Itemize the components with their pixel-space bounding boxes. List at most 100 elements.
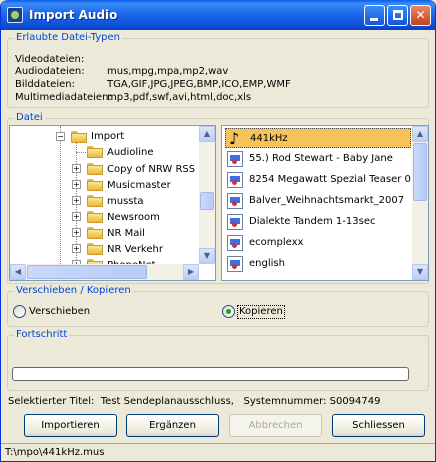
filetype-label: Videodateien: bbox=[15, 54, 85, 65]
status-bar: T:\mpo\441kHz.mus bbox=[1, 443, 435, 461]
tree-guide-line bbox=[60, 126, 61, 264]
tree-expand-icon[interactable]: + bbox=[72, 228, 81, 237]
folder-icon bbox=[87, 179, 103, 191]
add-button[interactable]: Ergänzen bbox=[126, 414, 219, 437]
tree-horizontal-scrollbar[interactable]: ◀ ▶ bbox=[10, 264, 199, 280]
scroll-thumb[interactable] bbox=[413, 143, 427, 201]
media-file-icon bbox=[227, 256, 243, 272]
folder-icon bbox=[87, 211, 103, 223]
folder-icon bbox=[87, 243, 103, 255]
scroll-thumb[interactable] bbox=[200, 192, 214, 210]
scroll-thumb[interactable] bbox=[27, 265, 147, 279]
filetype-row-audio: Audiodateien: mus,mpg,mpa,mp2,wav bbox=[15, 66, 228, 78]
tree-item-mussta[interactable]: mussta bbox=[107, 196, 144, 208]
file-item[interactable]: Balver_Weihnachtsmarkt_2007 bbox=[225, 191, 411, 211]
move-radio-label[interactable]: Verschieben bbox=[29, 306, 90, 318]
file-item[interactable]: Dialekte Tandem 1-13sec bbox=[225, 212, 411, 232]
cancel-button[interactable]: Abbrechen bbox=[229, 414, 322, 437]
tree-item-musicmaster[interactable]: Musicmaster bbox=[107, 180, 171, 192]
filetype-value: mp3,pdf,swf,avi,html,doc,xls bbox=[107, 92, 252, 103]
media-file-icon bbox=[227, 193, 243, 209]
copy-radio-label[interactable]: Kopieren bbox=[237, 305, 285, 319]
filetype-label: Audiodateien: bbox=[15, 66, 85, 77]
app-icon bbox=[7, 7, 23, 23]
import-audio-window: Import Audio ✕ Erlaubte Datei-Typen Vide… bbox=[0, 0, 436, 462]
file-item-label: Balver_Weihnachtsmarkt_2007 bbox=[249, 195, 405, 206]
folder-icon bbox=[87, 195, 103, 207]
file-item-label: 55.) Rod Stewart - Baby Jane bbox=[249, 153, 393, 164]
maximize-button[interactable] bbox=[387, 5, 408, 26]
folder-icon bbox=[87, 163, 103, 175]
scroll-left-icon[interactable]: ◀ bbox=[10, 264, 26, 280]
tree-item-nr-mail[interactable]: NR Mail bbox=[107, 228, 145, 240]
file-item-label: english bbox=[249, 258, 285, 269]
tree-item-newsroom[interactable]: Newsroom bbox=[107, 212, 160, 224]
tree-item-audioline[interactable]: Audioline bbox=[107, 147, 153, 159]
media-file-icon bbox=[227, 172, 243, 188]
filetype-row-video: Videodateien: bbox=[15, 54, 107, 66]
close-icon: ✕ bbox=[415, 8, 426, 22]
selected-title-info: Selektierter Titel: Test Sendeplanaussch… bbox=[8, 396, 381, 408]
system-number-value: S0094749 bbox=[329, 396, 381, 407]
progress-group: Fortschritt bbox=[7, 329, 429, 391]
close-button[interactable]: Schliessen bbox=[332, 414, 425, 437]
selected-title-label: Selektierter Titel: bbox=[8, 396, 95, 407]
file-item[interactable]: english bbox=[225, 254, 411, 274]
filetype-row-multimedia: Multimediadateien:mp3,pdf,swf,avi,html,d… bbox=[15, 92, 251, 104]
filetype-value: mus,mpg,mpa,mp2,wav bbox=[107, 66, 229, 77]
filetype-row-image: Bilddateien: TGA,GIF,JPG,JPEG,BMP,ICO,EMP… bbox=[15, 79, 291, 91]
file-list[interactable]: ♪ 441kHz 55.) Rod Stewart - Baby Jane 82… bbox=[221, 125, 429, 281]
filetype-label: Multimediadateien: bbox=[15, 92, 112, 103]
mode-group-label: Verschieben / Kopieren bbox=[14, 285, 133, 297]
tree-expand-icon[interactable]: + bbox=[72, 212, 81, 221]
folder-icon bbox=[87, 146, 103, 158]
file-item-label: 8254 Megawatt Spezial Teaser 01 bbox=[249, 174, 418, 185]
close-window-button[interactable]: ✕ bbox=[410, 5, 431, 26]
tree-item-import[interactable]: Import bbox=[91, 131, 124, 143]
move-radio[interactable] bbox=[13, 305, 26, 318]
scroll-down-icon[interactable]: ▼ bbox=[199, 248, 215, 264]
scroll-down-icon[interactable]: ▼ bbox=[412, 264, 428, 280]
tree-expand-icon[interactable]: + bbox=[72, 244, 81, 253]
filetypes-group-label: Erlaubte Datei-Typen bbox=[14, 32, 122, 44]
tree-expand-icon[interactable]: + bbox=[72, 164, 81, 173]
folder-open-icon bbox=[71, 131, 87, 143]
scroll-right-icon[interactable]: ▶ bbox=[183, 264, 199, 280]
tree-expand-icon[interactable]: + bbox=[72, 180, 81, 189]
file-item-selected[interactable]: ♪ 441kHz bbox=[225, 128, 411, 148]
maximize-icon bbox=[393, 10, 403, 20]
tree-item-nr-verkehr[interactable]: NR Verkehr bbox=[107, 244, 163, 256]
file-list-vertical-scrollbar[interactable]: ▲ ▼ bbox=[412, 126, 428, 280]
file-item-label: 441kHz bbox=[250, 133, 288, 144]
tree-collapse-icon[interactable]: − bbox=[56, 132, 65, 141]
file-item-label: Dialekte Tandem 1-13sec bbox=[249, 216, 376, 227]
progress-bar bbox=[12, 367, 409, 381]
scroll-up-icon[interactable]: ▲ bbox=[412, 126, 428, 142]
tree-vertical-scrollbar[interactable]: ▲ ▼ bbox=[199, 126, 215, 264]
file-item[interactable]: 55.) Rod Stewart - Baby Jane bbox=[225, 149, 411, 169]
filetype-value: TGA,GIF,JPG,JPEG,BMP,ICO,EMP,WMF bbox=[107, 79, 291, 90]
file-item-label: ecomplexx bbox=[249, 237, 304, 248]
folder-tree[interactable]: − Import Audioline + Copy of NRW RSS + M… bbox=[9, 125, 216, 281]
title-bar[interactable]: Import Audio ✕ bbox=[1, 0, 435, 30]
tree-item-copy-nrw-rss[interactable]: Copy of NRW RSS bbox=[107, 164, 195, 176]
progress-group-label: Fortschritt bbox=[14, 329, 70, 341]
selected-title-value: Test Sendeplanausschluss, bbox=[100, 396, 234, 407]
datei-group-label: Datei bbox=[14, 112, 45, 124]
music-note-icon: ♪ bbox=[229, 129, 240, 148]
import-button[interactable]: Importieren bbox=[24, 414, 117, 437]
file-item[interactable]: 8254 Megawatt Spezial Teaser 01 bbox=[225, 170, 417, 190]
media-file-icon bbox=[227, 214, 243, 230]
copy-radio[interactable] bbox=[222, 305, 235, 318]
minimize-button[interactable] bbox=[364, 5, 385, 26]
system-number-label: Systemnummer: bbox=[243, 396, 327, 407]
minimize-icon bbox=[370, 18, 378, 21]
window-title: Import Audio bbox=[29, 8, 118, 22]
tree-expand-icon[interactable]: + bbox=[72, 196, 81, 205]
media-file-icon bbox=[227, 151, 243, 167]
media-file-icon bbox=[227, 235, 243, 251]
scroll-up-icon[interactable]: ▲ bbox=[199, 126, 215, 142]
folder-icon bbox=[87, 227, 103, 239]
status-path: T:\mpo\441kHz.mus bbox=[5, 447, 105, 458]
file-item[interactable]: ecomplexx bbox=[225, 233, 411, 253]
